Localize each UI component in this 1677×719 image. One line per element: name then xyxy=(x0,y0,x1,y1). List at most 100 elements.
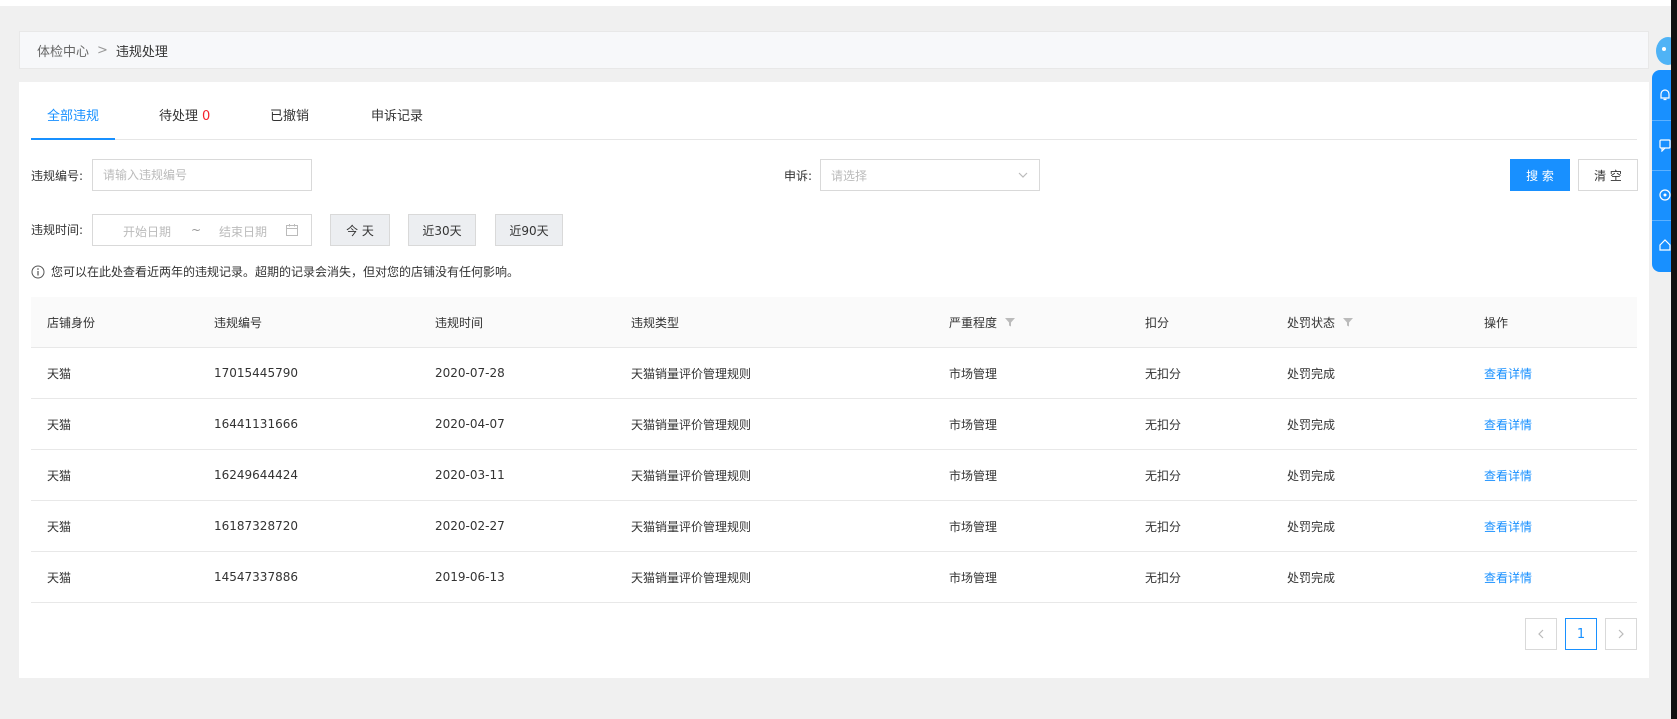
tab-appeal-records[interactable]: 申诉记录 xyxy=(371,102,423,139)
cell-deduction: 无扣分 xyxy=(1145,570,1182,585)
cell-penalty-status: 处罚完成 xyxy=(1287,366,1336,381)
cell-store-identity: 天猫 xyxy=(47,519,72,534)
cell-deduction: 无扣分 xyxy=(1145,468,1182,483)
last-30-days-button[interactable]: 近30天 xyxy=(408,214,476,246)
breadcrumb-current: 违规处理 xyxy=(115,44,168,60)
cell-severity: 市场管理 xyxy=(949,468,998,483)
tab-label: 申诉记录 xyxy=(371,109,424,124)
cell-severity: 市场管理 xyxy=(949,570,998,585)
cell-penalty-status: 处罚完成 xyxy=(1287,417,1336,432)
violation-no-input[interactable] xyxy=(92,159,312,191)
appeal-select[interactable]: 请选择 xyxy=(820,159,1040,191)
cell-deduction: 无扣分 xyxy=(1145,366,1182,381)
view-details-link[interactable]: 查看详情 xyxy=(1484,348,1532,398)
tab-bar: 全部违规 待处理 0 已撤销 申诉记录 xyxy=(30,102,1637,140)
breadcrumb-separator: > xyxy=(97,42,108,58)
date-range-separator: ~ xyxy=(191,223,202,237)
end-date-placeholder[interactable]: 结束日期 xyxy=(219,223,267,240)
cell-violation-no: 16249644424 xyxy=(214,468,298,482)
top-band xyxy=(0,0,1677,6)
tab-pending[interactable]: 待处理 0 xyxy=(159,102,210,139)
table-row: 天猫 14547337886 2019-06-13 天猫销量评价管理规则 市场管… xyxy=(31,552,1637,603)
cell-deduction: 无扣分 xyxy=(1145,519,1182,534)
start-date-placeholder[interactable]: 开始日期 xyxy=(123,223,171,240)
cell-store-identity: 天猫 xyxy=(47,417,72,432)
filter-icon[interactable] xyxy=(1005,317,1016,327)
view-details-link[interactable]: 查看详情 xyxy=(1484,399,1532,449)
bell-icon xyxy=(1659,89,1670,101)
cell-violation-no: 14547337886 xyxy=(214,570,298,584)
cell-severity: 市场管理 xyxy=(949,366,998,381)
violation-time-label: 违规时间: xyxy=(31,223,84,237)
cell-violation-no: 16441131666 xyxy=(214,417,298,431)
cell-penalty-status: 处罚完成 xyxy=(1287,519,1336,534)
tab-label: 待处理 xyxy=(159,109,199,124)
tab-all-violations[interactable]: 全部违规 xyxy=(30,102,116,140)
table-row: 天猫 16187328720 2020-02-27 天猫销量评价管理规则 市场管… xyxy=(31,501,1637,552)
cell-violation-no: 16187328720 xyxy=(214,519,298,533)
column-header-deduction: 扣分 xyxy=(1145,315,1170,330)
violations-table: 店铺身份 违规编号 违规时间 违规类型 严重程度 扣分 处罚状态 操作 天猫 1… xyxy=(31,297,1637,603)
cell-severity: 市场管理 xyxy=(949,417,998,432)
column-header-label: 严重程度 xyxy=(949,315,998,330)
cell-violation-time: 2020-02-27 xyxy=(435,519,505,533)
cell-violation-type: 天猫销量评价管理规则 xyxy=(631,468,752,483)
table-header: 店铺身份 违规编号 违规时间 违规类型 严重程度 扣分 处罚状态 操作 xyxy=(31,297,1637,348)
chat-icon xyxy=(1658,139,1671,152)
cell-deduction: 无扣分 xyxy=(1145,417,1182,432)
tab-revoked[interactable]: 已撤销 xyxy=(270,102,309,139)
column-header-penalty-status: 处罚状态 xyxy=(1287,297,1354,347)
page-button-1[interactable]: 1 xyxy=(1565,618,1597,650)
column-header-actions: 操作 xyxy=(1484,315,1509,330)
home-icon xyxy=(1658,239,1671,251)
date-range-picker[interactable]: 开始日期 ~ 结束日期 xyxy=(92,214,312,246)
column-header-store-identity: 店铺身份 xyxy=(47,315,96,330)
today-button[interactable]: 今 天 xyxy=(330,214,390,246)
last-90-days-button[interactable]: 近90天 xyxy=(495,214,563,246)
appeal-label: 申诉: xyxy=(784,169,813,183)
appeal-select-placeholder: 请选择 xyxy=(831,168,868,183)
cell-violation-type: 天猫销量评价管理规则 xyxy=(631,570,752,585)
search-button[interactable]: 搜 索 xyxy=(1510,159,1570,191)
view-details-link[interactable]: 查看详情 xyxy=(1484,501,1532,551)
info-icon xyxy=(31,265,45,278)
table-row: 天猫 16441131666 2020-04-07 天猫销量评价管理规则 市场管… xyxy=(31,399,1637,450)
cell-violation-time: 2019-06-13 xyxy=(435,570,505,584)
window-edge xyxy=(1671,0,1677,719)
cell-store-identity: 天猫 xyxy=(47,468,72,483)
notice: 您可以在此处查看近两年的违规记录。超期的记录会消失，但对您的店铺没有任何影响。 xyxy=(31,263,519,280)
filter-icon[interactable] xyxy=(1343,317,1354,327)
cell-violation-type: 天猫销量评价管理规则 xyxy=(631,519,752,534)
violation-no-label: 违规编号: xyxy=(31,169,84,183)
cell-violation-no: 17015445790 xyxy=(214,366,298,380)
column-header-label: 处罚状态 xyxy=(1287,315,1336,330)
cell-store-identity: 天猫 xyxy=(47,366,72,381)
cell-violation-time: 2020-04-07 xyxy=(435,417,505,431)
breadcrumb-parent[interactable]: 体检中心 xyxy=(37,41,89,60)
tab-label: 全部违规 xyxy=(47,109,100,124)
view-details-link[interactable]: 查看详情 xyxy=(1484,450,1532,500)
prev-page-button[interactable] xyxy=(1525,618,1557,650)
cell-violation-type: 天猫销量评价管理规则 xyxy=(631,417,752,432)
next-page-button[interactable] xyxy=(1605,618,1637,650)
view-details-link[interactable]: 查看详情 xyxy=(1484,552,1532,602)
column-header-violation-type: 违规类型 xyxy=(631,315,680,330)
main-panel: 全部违规 待处理0 已撤销 申诉记录 违规编号: 申诉: 请选择 搜 索 清 空… xyxy=(19,82,1649,678)
chevron-right-icon xyxy=(1618,629,1624,639)
cell-penalty-status: 处罚完成 xyxy=(1287,570,1336,585)
cell-violation-type: 天猫销量评价管理规则 xyxy=(631,366,752,381)
calendar-icon xyxy=(286,224,298,236)
pending-count-badge: 0 xyxy=(202,109,211,124)
cell-severity: 市场管理 xyxy=(949,519,998,534)
breadcrumb: 体检中心 > 违规处理 xyxy=(19,31,1649,69)
clear-button[interactable]: 清 空 xyxy=(1578,159,1638,191)
cell-penalty-status: 处罚完成 xyxy=(1287,468,1336,483)
cell-store-identity: 天猫 xyxy=(47,570,72,585)
cell-violation-time: 2020-03-11 xyxy=(435,468,505,482)
tab-label: 已撤销 xyxy=(270,109,310,124)
refresh-icon xyxy=(1658,189,1671,201)
chevron-down-icon xyxy=(1018,172,1028,178)
chevron-left-icon xyxy=(1538,629,1544,639)
cell-violation-time: 2020-07-28 xyxy=(435,366,505,380)
table-row: 天猫 17015445790 2020-07-28 天猫销量评价管理规则 市场管… xyxy=(31,348,1637,399)
